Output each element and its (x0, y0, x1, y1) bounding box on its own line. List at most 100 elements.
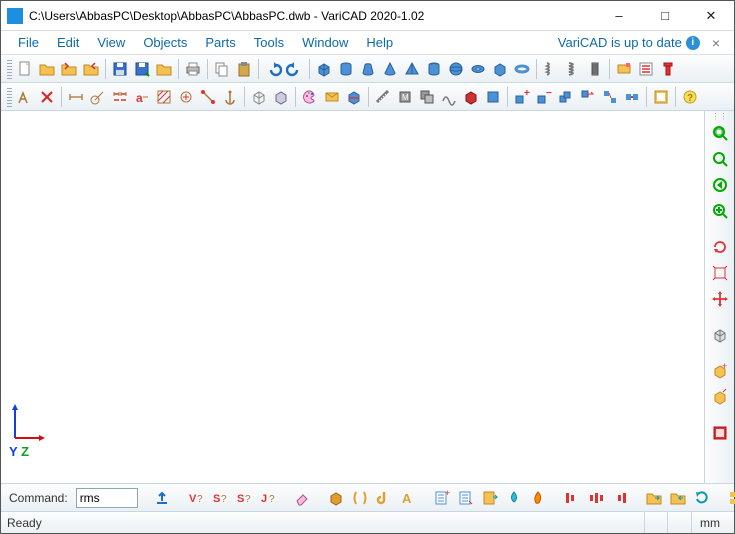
zoom-window-button[interactable] (708, 121, 732, 145)
torus-solid-button[interactable] (467, 58, 489, 80)
menu-objects[interactable]: Objects (134, 33, 196, 52)
open-file-button[interactable] (36, 58, 58, 80)
assembly-add-button[interactable]: + (511, 86, 533, 108)
isometric-view-button[interactable] (708, 323, 732, 347)
rotate-view-button[interactable] (708, 235, 732, 259)
render-view-button[interactable] (708, 421, 732, 445)
menu-help[interactable]: Help (357, 33, 402, 52)
orbit-view-button[interactable] (708, 261, 732, 285)
thread-solid-button[interactable] (584, 58, 606, 80)
refresh-button[interactable] (692, 487, 712, 509)
info-icon[interactable]: i (686, 36, 700, 50)
upload-icon[interactable] (152, 487, 172, 509)
snap-v-button[interactable]: V? (186, 487, 206, 509)
zoom-extents-button[interactable] (708, 147, 732, 171)
cylinder-solid-button[interactable] (335, 58, 357, 80)
menu-parts[interactable]: Parts (196, 33, 244, 52)
letter-a-button[interactable]: A (398, 487, 418, 509)
surface-check-button[interactable] (438, 86, 460, 108)
maximize-button[interactable]: □ (642, 1, 688, 30)
constraint-tool-button[interactable] (197, 86, 219, 108)
pan-view-button[interactable] (708, 287, 732, 311)
flame-button[interactable] (528, 487, 548, 509)
assembly-remove-button[interactable]: − (533, 86, 555, 108)
dimension-linear-button[interactable] (65, 86, 87, 108)
shell-tool-button[interactable] (460, 86, 482, 108)
save-button[interactable] (109, 58, 131, 80)
align-left-button[interactable] (562, 487, 582, 509)
eraser-button[interactable] (292, 487, 312, 509)
assembly-replace-button[interactable] (577, 86, 599, 108)
save-folder-button[interactable] (153, 58, 175, 80)
grip-icon[interactable] (7, 87, 12, 107)
menu-view[interactable]: View (88, 33, 134, 52)
zoom-in-button[interactable] (708, 199, 732, 223)
part-insert-button[interactable] (613, 58, 635, 80)
display-envelope-button[interactable] (321, 86, 343, 108)
view-restore-button[interactable] (708, 385, 732, 409)
export-folder-button[interactable] (644, 487, 664, 509)
close-button[interactable]: ✕ (688, 1, 734, 30)
redo-button[interactable] (284, 58, 306, 80)
bolt-library-button[interactable] (657, 58, 679, 80)
zoom-previous-button[interactable] (708, 173, 732, 197)
minimize-button[interactable]: – (596, 1, 642, 30)
pipe-solid-button[interactable] (423, 58, 445, 80)
snap-s-button[interactable]: S? (210, 487, 230, 509)
dimension-radius-button[interactable] (87, 86, 109, 108)
assembly-align-button[interactable] (599, 86, 621, 108)
paint-drop-button[interactable] (504, 487, 524, 509)
measure-tool-button[interactable] (372, 86, 394, 108)
bom-add-button[interactable]: + (432, 487, 452, 509)
revolve-solid-button[interactable] (511, 58, 533, 80)
paste-button[interactable] (233, 58, 255, 80)
interference-check-button[interactable] (416, 86, 438, 108)
part-list-button[interactable] (635, 58, 657, 80)
drawing-canvas[interactable]: Y Z (1, 111, 704, 483)
assembly-copy-button[interactable] (555, 86, 577, 108)
align-center-button[interactable] (586, 487, 606, 509)
snap-s2-button[interactable]: S? (234, 487, 254, 509)
hook-button[interactable] (374, 487, 394, 509)
dimension-chain-button[interactable] (109, 86, 131, 108)
box-solid-button[interactable] (313, 58, 335, 80)
symbol-library-button[interactable] (175, 86, 197, 108)
cone-solid-button[interactable] (379, 58, 401, 80)
panel-close-icon[interactable]: × (706, 35, 726, 51)
menu-window[interactable]: Window (293, 33, 357, 52)
copy-button[interactable] (211, 58, 233, 80)
open-prev-button[interactable] (80, 58, 102, 80)
new-file-button[interactable] (14, 58, 36, 80)
grip-icon[interactable] (7, 59, 12, 79)
text-annotation-button[interactable]: a (131, 86, 153, 108)
mass-props-button[interactable]: M (394, 86, 416, 108)
print-button[interactable] (182, 58, 204, 80)
undo-button[interactable] (262, 58, 284, 80)
shaded-view-button[interactable] (270, 86, 292, 108)
command-input[interactable] (76, 488, 138, 508)
ribbon-button[interactable] (350, 487, 370, 509)
bom-export-button[interactable] (480, 487, 500, 509)
delete-tool-button[interactable] (36, 86, 58, 108)
sphere-solid-button[interactable] (445, 58, 467, 80)
grid-view-button[interactable] (726, 487, 735, 509)
align-right-button[interactable] (610, 487, 630, 509)
import-folder-button[interactable] (668, 487, 688, 509)
grip-icon[interactable]: ⋮⋮ (712, 115, 728, 119)
extrude-solid-button[interactable] (489, 58, 511, 80)
sketch-tool-button[interactable] (14, 86, 36, 108)
color-palette-button[interactable] (299, 86, 321, 108)
save-as-button[interactable] (131, 58, 153, 80)
material-tool-button[interactable] (482, 86, 504, 108)
menu-edit[interactable]: Edit (48, 33, 88, 52)
section-view-button[interactable] (343, 86, 365, 108)
layer-manager-button[interactable] (650, 86, 672, 108)
pyramid-solid-button[interactable] (401, 58, 423, 80)
bom-edit-button[interactable] (456, 487, 476, 509)
view-save-button[interactable]: + (708, 359, 732, 383)
menu-file[interactable]: File (9, 33, 48, 52)
menu-tools[interactable]: Tools (245, 33, 293, 52)
assembly-constraint-button[interactable] (621, 86, 643, 108)
cone-frustum-button[interactable] (357, 58, 379, 80)
spring-solid-button[interactable] (540, 58, 562, 80)
